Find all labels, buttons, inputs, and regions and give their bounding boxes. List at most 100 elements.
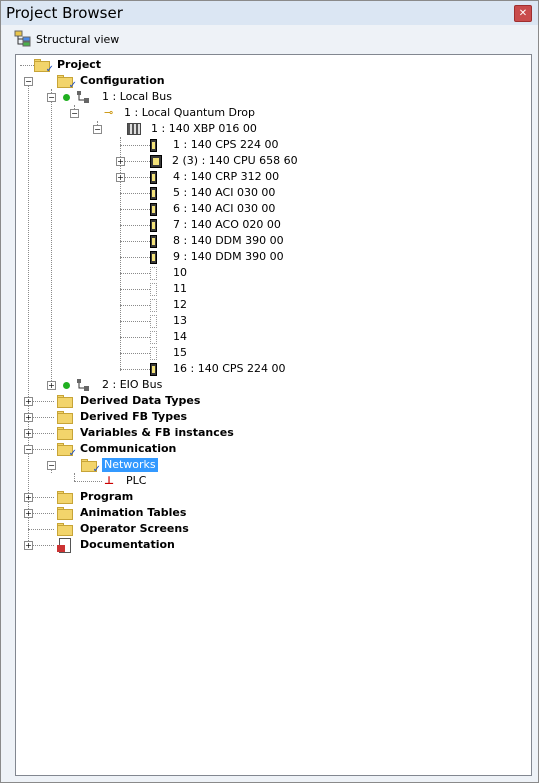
tree-item-label: 10 <box>173 266 187 279</box>
expand-toggle[interactable]: + <box>24 429 33 438</box>
tree-item-label: 7 : 140 ACO 020 00 <box>173 218 281 231</box>
tree-item-slot-11[interactable]: 11 <box>150 281 189 297</box>
tree-item-derived-fb-types[interactable]: Derived FB Types <box>57 409 189 425</box>
folder-icon <box>57 522 73 536</box>
tree-item-slot-14[interactable]: 14 <box>150 329 189 345</box>
title-bar: Project Browser ✕ <box>1 1 538 25</box>
bus-icon <box>76 378 90 392</box>
expand-toggle[interactable]: + <box>116 173 125 182</box>
tree-item-program[interactable]: Program <box>57 489 135 505</box>
structural-view-button[interactable]: Structural view <box>10 29 130 51</box>
expand-toggle[interactable]: + <box>47 381 56 390</box>
tree-item-communication[interactable]: ✓ Communication <box>57 441 178 459</box>
collapse-toggle[interactable]: − <box>70 109 79 118</box>
module-icon <box>150 170 157 184</box>
tree-item-label: Program <box>80 490 134 503</box>
tree-item-label: 1 : Local Quantum Drop <box>124 106 256 119</box>
tree-item-slot-4[interactable]: 4 : 140 CRP 312 00 <box>150 169 281 185</box>
tree-item-eio-bus[interactable]: 2 : EIO Bus <box>63 377 164 393</box>
tree-item-slot-8[interactable]: 8 : 140 DDM 390 00 <box>150 233 286 249</box>
tree-item-slot-5[interactable]: 5 : 140 ACI 030 00 <box>150 185 277 201</box>
project-browser-window: Project Browser ✕ Structural view ✓ Proj… <box>0 0 539 783</box>
collapse-toggle[interactable]: − <box>24 77 33 86</box>
tree-item-slot-15[interactable]: 15 <box>150 345 189 361</box>
tree-item-label: 15 <box>173 346 187 359</box>
tree-item-label: 2 (3) : 140 CPU 658 60 <box>172 154 298 167</box>
close-icon[interactable]: ✕ <box>514 5 532 22</box>
tree-item-derived-data-types[interactable]: Derived Data Types <box>57 393 202 409</box>
tree-item-slot-16[interactable]: 16 : 140 CPS 224 00 <box>150 361 287 377</box>
project-tree[interactable]: ✓ Project − ✓ Configuration − 1 : Local … <box>15 54 532 776</box>
tree-item-animation-tables[interactable]: Animation Tables <box>57 505 188 521</box>
tree-item-project[interactable]: ✓ Project <box>34 57 103 75</box>
empty-slot-icon <box>150 298 157 312</box>
collapse-toggle[interactable]: − <box>47 93 56 102</box>
tree-item-slot-9[interactable]: 9 : 140 DDM 390 00 <box>150 249 286 265</box>
collapse-toggle[interactable]: − <box>24 445 33 454</box>
collapse-toggle[interactable]: − <box>93 125 102 134</box>
module-icon <box>150 234 157 248</box>
tree-item-label: 14 <box>173 330 187 343</box>
module-icon <box>150 186 157 200</box>
tree-item-slot-7[interactable]: 7 : 140 ACO 020 00 <box>150 217 283 233</box>
status-ok-icon <box>63 381 70 389</box>
tree-item-label: 16 : 140 CPS 224 00 <box>173 362 286 375</box>
tree-item-label: Derived FB Types <box>80 410 188 423</box>
tree-item-rack[interactable]: 1 : 140 XBP 016 00 <box>127 121 259 137</box>
folder-icon <box>57 426 73 440</box>
tree-item-slot-10[interactable]: 10 <box>150 265 189 281</box>
tree-item-configuration[interactable]: ✓ Configuration <box>57 73 167 91</box>
expand-toggle[interactable]: + <box>24 413 33 422</box>
drop-icon: ⊸ <box>104 106 114 119</box>
tree-item-label: 12 <box>173 298 187 311</box>
module-icon <box>150 218 157 232</box>
module-icon <box>150 362 157 376</box>
structural-view-icon <box>14 30 31 47</box>
tree-item-label: 1 : 140 XBP 016 00 <box>151 122 257 135</box>
module-icon <box>150 202 157 216</box>
tree-item-slot-13[interactable]: 13 <box>150 313 189 329</box>
tree-item-label: Networks <box>102 458 158 472</box>
tree-item-local-bus[interactable]: 1 : Local Bus <box>63 89 174 105</box>
tree-item-slot-1[interactable]: 1 : 140 CPS 224 00 <box>150 137 280 153</box>
tree-item-label: Project <box>57 58 102 71</box>
documentation-icon <box>57 538 71 553</box>
tree-item-operator-screens[interactable]: Operator Screens <box>57 521 191 537</box>
tree-item-label: Animation Tables <box>80 506 187 519</box>
tree-item-label: Documentation <box>80 538 175 551</box>
folder-icon: ✓ <box>34 58 54 75</box>
tree-item-slot-6[interactable]: 6 : 140 ACI 030 00 <box>150 201 277 217</box>
tree-item-slot-2[interactable]: 2 (3) : 140 CPU 658 60 <box>150 153 300 169</box>
tree-item-label: 11 <box>173 282 187 295</box>
tree-item-label: 9 : 140 DDM 390 00 <box>173 250 284 263</box>
tree-item-local-drop[interactable]: ⊸ 1 : Local Quantum Drop <box>104 105 257 121</box>
folder-icon <box>57 394 73 408</box>
open-folder-icon: ✓ <box>81 458 101 475</box>
expand-toggle[interactable]: + <box>24 493 33 502</box>
expand-toggle[interactable]: + <box>116 157 125 166</box>
bus-icon <box>76 90 90 104</box>
folder-icon <box>57 506 73 520</box>
tree-item-label: 1 : 140 CPS 224 00 <box>173 138 279 151</box>
tree-item-label: Derived Data Types <box>80 394 201 407</box>
collapse-toggle[interactable]: − <box>47 461 56 470</box>
expand-toggle[interactable]: + <box>24 397 33 406</box>
expand-toggle[interactable]: + <box>24 509 33 518</box>
tree-item-label: PLC <box>126 474 147 487</box>
rack-icon <box>127 123 141 135</box>
folder-icon <box>57 490 73 504</box>
structural-view-label: Structural view <box>36 33 120 46</box>
module-icon <box>150 250 157 264</box>
empty-slot-icon <box>150 282 157 296</box>
tree-item-plc[interactable]: ⊥ PLC <box>104 473 148 489</box>
tree-item-documentation[interactable]: Documentation <box>57 537 177 553</box>
tree-item-slot-12[interactable]: 12 <box>150 297 189 313</box>
tree-item-label: 13 <box>173 314 187 327</box>
tree-item-networks[interactable]: ✓ Networks <box>81 457 158 475</box>
empty-slot-icon <box>150 330 157 344</box>
tree-item-label: Communication <box>80 442 177 455</box>
empty-slot-icon <box>150 266 157 280</box>
tree-item-label: Configuration <box>80 74 165 87</box>
tree-item-variables[interactable]: Variables & FB instances <box>57 425 236 441</box>
expand-toggle[interactable]: + <box>24 541 33 550</box>
